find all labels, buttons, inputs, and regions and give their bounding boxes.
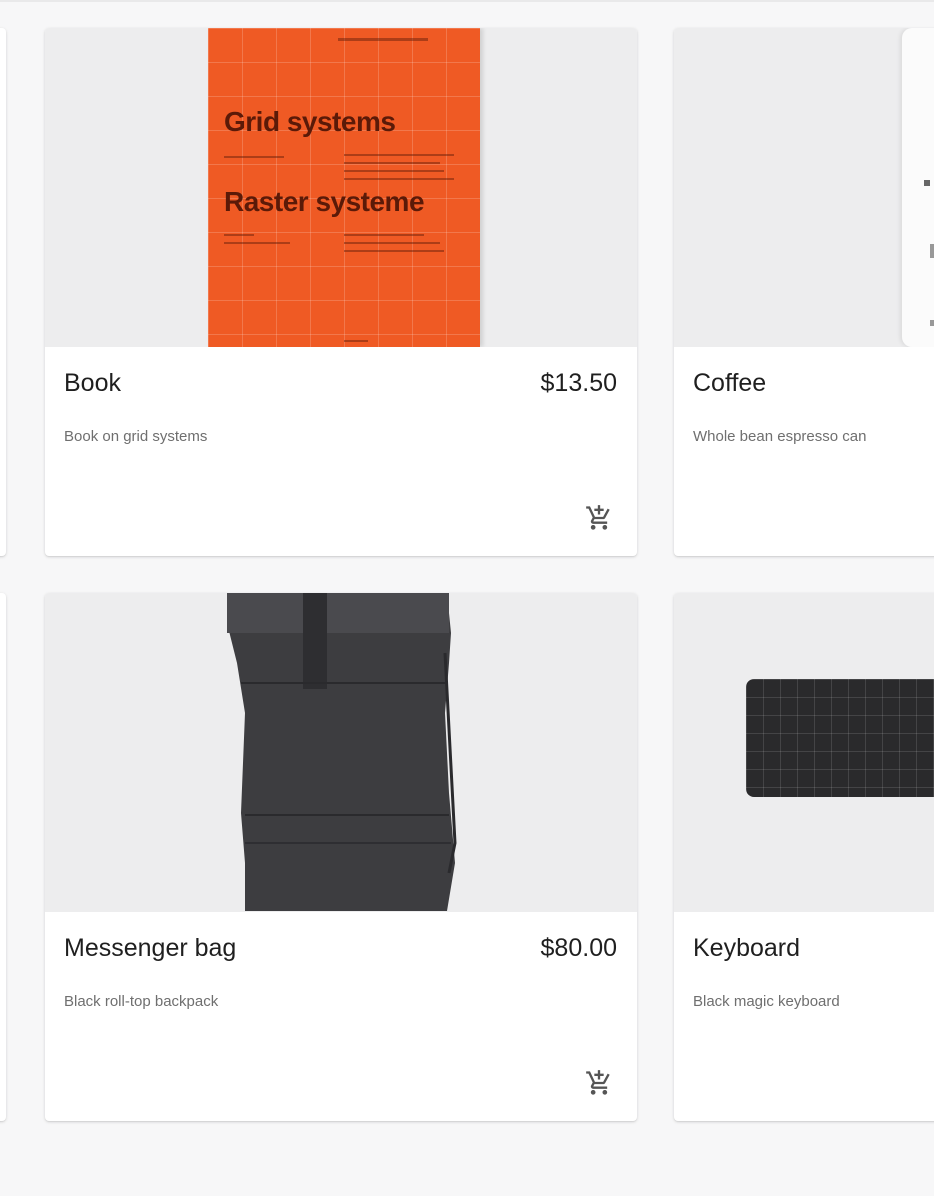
product-description: Black roll-top backpack xyxy=(64,993,219,1010)
product-image-keyboard xyxy=(674,593,934,912)
book-cover-subtitle: Raster systeme xyxy=(224,186,425,217)
product-name: Keyboard xyxy=(693,934,801,962)
product-description: Whole bean espresso can xyxy=(693,428,867,445)
add-to-cart-button[interactable] xyxy=(585,504,613,532)
product-name: Book xyxy=(64,369,121,397)
product-name: Coffee xyxy=(693,369,767,397)
add-to-cart-button[interactable] xyxy=(585,1069,613,1097)
product-description: Black magic keyboard xyxy=(693,993,840,1010)
book-cover-image: Grid systems Raster systeme xyxy=(208,28,480,347)
product-card-coffee[interactable]: Coffee Whole bean espresso can xyxy=(674,28,934,556)
product-price: $80.00 xyxy=(540,934,617,962)
product-name: Messenger bag xyxy=(64,934,237,962)
product-price: $13.50 xyxy=(540,369,617,397)
add-shopping-cart-icon xyxy=(586,505,610,530)
product-card-book[interactable]: Grid systems Raster systeme Book $13.50 … xyxy=(45,28,637,556)
add-shopping-cart-icon xyxy=(586,1070,610,1095)
product-card-messenger-bag[interactable]: Messenger bag $80.00 Black roll-top back… xyxy=(45,593,637,1121)
product-card-partial-left-1 xyxy=(0,28,6,556)
keyboard-image xyxy=(746,679,934,797)
product-card-partial-left-2 xyxy=(0,593,6,1121)
product-card-keyboard[interactable]: Keyboard Black magic keyboard xyxy=(674,593,934,1121)
product-description: Book on grid systems xyxy=(64,428,208,445)
backpack-image xyxy=(227,593,457,911)
product-image-book: Grid systems Raster systeme xyxy=(45,28,637,347)
top-divider xyxy=(0,0,934,2)
book-cover-title: Grid systems xyxy=(224,106,396,137)
coffee-can-image xyxy=(902,28,934,347)
product-image-messenger-bag xyxy=(45,593,637,912)
product-image-coffee xyxy=(674,28,934,347)
